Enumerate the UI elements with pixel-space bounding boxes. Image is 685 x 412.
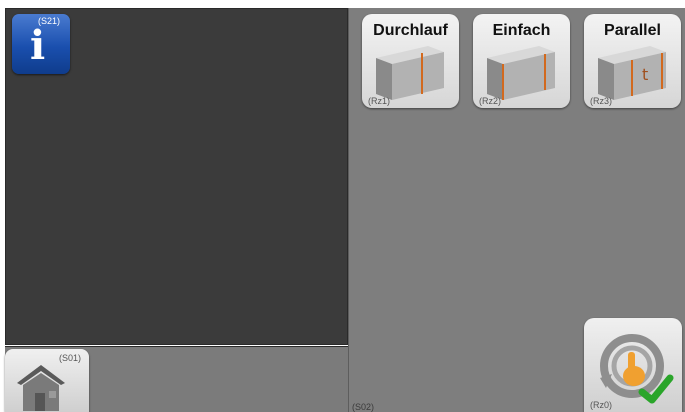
panel-divider [348,8,349,412]
mode-button-durchlauf[interactable]: Durchlauf (Rz1) [362,14,459,108]
house-icon [17,365,65,411]
info-button[interactable]: (S21) i [12,14,70,74]
home-button[interactable]: (S01) [5,349,89,412]
mode-button-label: Durchlauf [373,22,448,39]
mode-button-code: (Rz1) [368,96,390,106]
profile-two-edges-icon [487,46,555,100]
svg-text:t: t [642,65,648,84]
mode-button-einfach[interactable]: Einfach (Rz2) [473,14,570,108]
confirm-button-code: (Rz0) [590,400,612,410]
confirm-button[interactable]: (Rz0) [584,318,682,412]
mode-button-parallel[interactable]: Parallel t (Rz3) [584,14,681,108]
profile-one-edge-icon [376,46,444,100]
hand-cycle-checkmark-icon [600,334,674,404]
profile-parallel-t-icon: t [598,46,666,100]
mode-button-label: Parallel [604,22,661,39]
info-icon: i [30,22,46,69]
right-panel-code: (S02) [352,402,375,412]
mode-button-code: (Rz2) [479,96,501,106]
mode-button-code: (Rz3) [590,96,612,106]
mode-button-label: Einfach [492,22,551,39]
